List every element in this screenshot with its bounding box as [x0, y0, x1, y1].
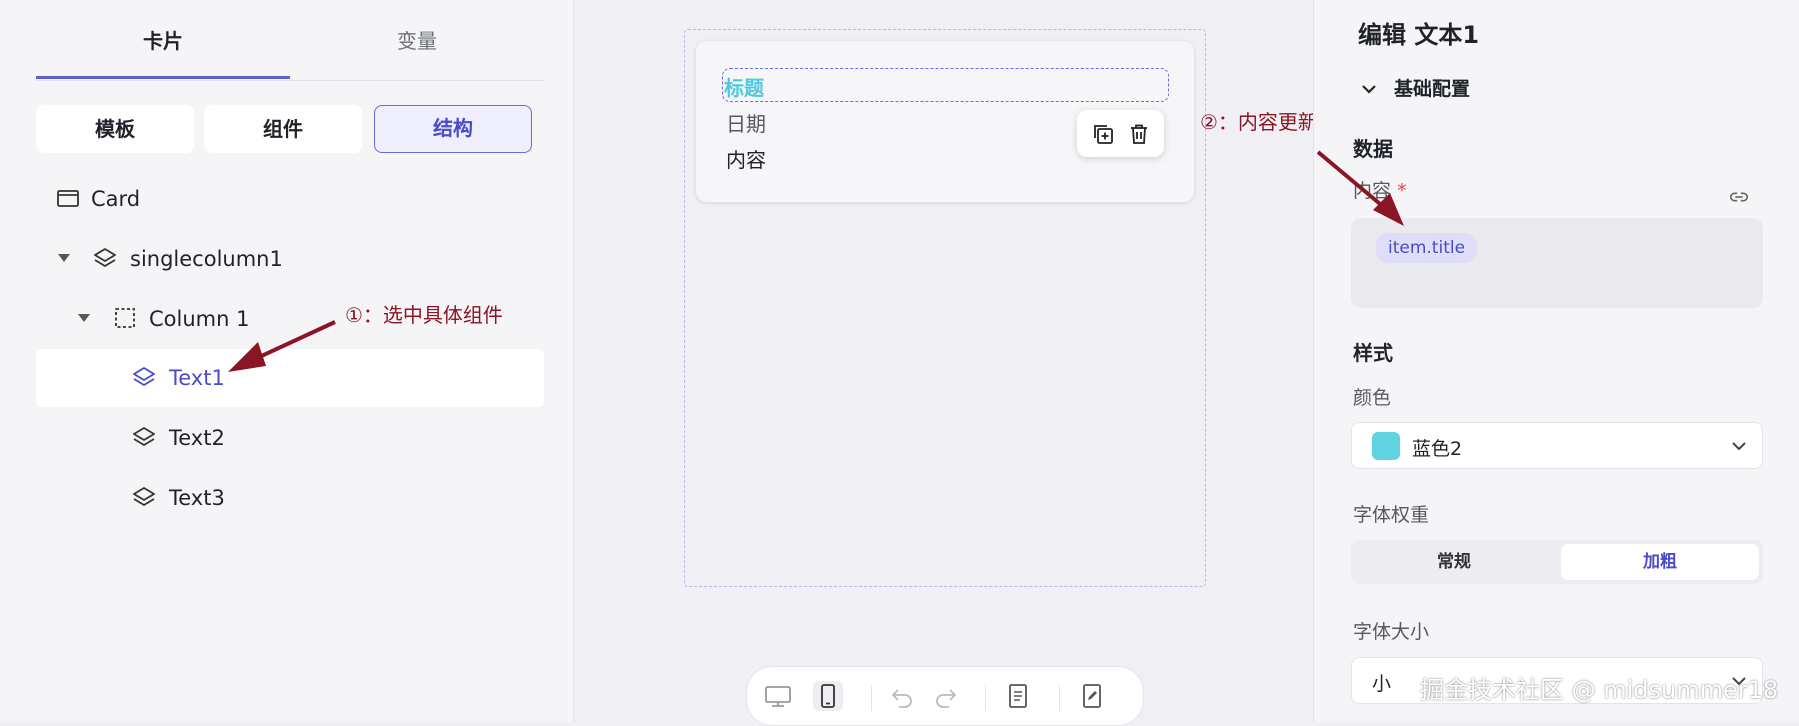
- tree-item-label: singlecolumn1: [130, 247, 283, 271]
- structure-button[interactable]: 结构: [374, 105, 532, 153]
- card-title-text[interactable]: 标题: [724, 72, 764, 101]
- tree-item-text2[interactable]: Text2: [36, 409, 544, 467]
- font-size-value: 小: [1372, 673, 1392, 695]
- layers-icon: [94, 248, 116, 267]
- font-size-label: 字体大小: [1353, 621, 1430, 643]
- tree-item-card[interactable]: Card: [36, 170, 544, 228]
- component-button[interactable]: 组件: [204, 105, 362, 153]
- active-tab-indicator: [36, 76, 290, 79]
- toolbar-divider: [1059, 685, 1060, 711]
- left-panel: 卡片 变量 模板 组件 结构 Card singlecolumn1 Column…: [0, 0, 574, 722]
- chevron-down-icon: [1362, 85, 1376, 94]
- edit-card-icon[interactable]: [1077, 681, 1107, 711]
- redo-icon[interactable]: [931, 681, 961, 711]
- tab-variables[interactable]: 变量: [290, 0, 544, 80]
- content-label-text: 内容: [1353, 180, 1392, 202]
- style-heading: 样式: [1353, 341, 1393, 365]
- tab-card[interactable]: 卡片: [36, 0, 290, 80]
- card-content-text[interactable]: 内容: [726, 144, 766, 173]
- desktop-view-icon[interactable]: [763, 681, 793, 711]
- undo-icon[interactable]: [887, 681, 917, 711]
- toolbar-divider: [985, 685, 986, 711]
- card-icon: [57, 190, 79, 207]
- section-title: 基础配置: [1394, 78, 1471, 100]
- variable-tag[interactable]: item.title: [1376, 233, 1478, 263]
- selected-text-outline: [722, 68, 1169, 102]
- card-date-text[interactable]: 日期: [726, 108, 766, 137]
- weight-option-bold[interactable]: 加粗: [1561, 544, 1759, 580]
- tree-item-singlecolumn[interactable]: singlecolumn1: [36, 230, 544, 288]
- bottom-toolbar: [746, 666, 1144, 726]
- tree-item-label: Text1: [169, 366, 225, 390]
- caret-down-icon[interactable]: [78, 314, 90, 322]
- tree-item-label: Text2: [169, 426, 225, 450]
- watermark: 掘金技术社区 @ midsummer18: [1420, 676, 1779, 704]
- tree-item-label: Text3: [169, 486, 225, 510]
- color-label: 颜色: [1353, 387, 1392, 409]
- color-swatch: [1372, 432, 1400, 460]
- color-value: 蓝色2: [1412, 438, 1463, 460]
- template-button[interactable]: 模板: [36, 105, 194, 153]
- weight-option-regular[interactable]: 常规: [1355, 544, 1553, 580]
- panel-title: 编辑 文本1: [1358, 21, 1480, 49]
- mobile-view-icon[interactable]: [813, 681, 843, 711]
- content-input[interactable]: [1351, 218, 1763, 308]
- required-mark: *: [1397, 180, 1407, 202]
- annotation-select-component: ①：选中具体组件: [345, 303, 503, 327]
- delete-icon[interactable]: [1127, 122, 1151, 146]
- tree-item-text3[interactable]: Text3: [36, 469, 544, 527]
- layers-icon: [133, 427, 155, 446]
- link-icon[interactable]: [1728, 186, 1750, 208]
- tree-item-text1[interactable]: Text1: [36, 349, 544, 407]
- dashed-box-icon: [115, 308, 135, 328]
- caret-down-icon[interactable]: [58, 254, 70, 262]
- layers-icon: [133, 367, 155, 386]
- left-tabs: 卡片 变量: [36, 0, 545, 81]
- data-heading: 数据: [1353, 137, 1393, 161]
- toolbar-divider: [871, 685, 872, 711]
- font-weight-segmented: 常规 加粗: [1351, 540, 1763, 584]
- tree-item-label: Column 1: [149, 307, 250, 331]
- layers-icon: [133, 487, 155, 506]
- tree-item-label: Card: [91, 187, 141, 211]
- element-toolbox: [1077, 110, 1164, 157]
- color-select[interactable]: 蓝色2: [1351, 422, 1763, 469]
- font-weight-label: 字体权重: [1353, 504, 1430, 526]
- document-icon[interactable]: [1003, 681, 1033, 711]
- chevron-down-icon: [1732, 442, 1746, 451]
- duplicate-icon[interactable]: [1091, 122, 1115, 146]
- content-label: 内容 *: [1353, 176, 1407, 203]
